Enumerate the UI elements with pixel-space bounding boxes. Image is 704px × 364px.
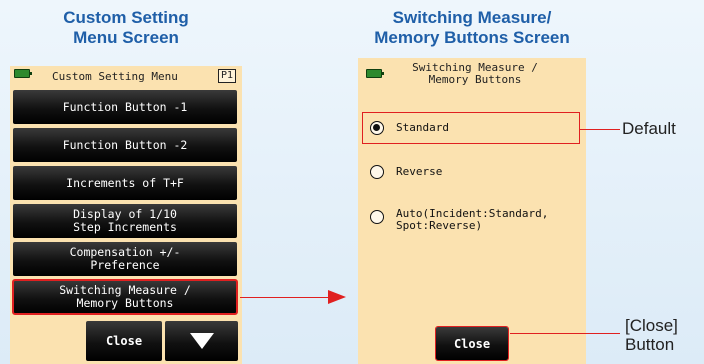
right-caption: Switching Measure/ Memory Buttons Screen	[332, 8, 612, 48]
page-badge: P1	[217, 69, 236, 83]
page-down-button[interactable]	[165, 321, 238, 361]
triangle-down-icon	[189, 333, 214, 349]
close-button[interactable]: Close	[86, 321, 162, 361]
menu-item-switching-measure-memory[interactable]: Switching Measure / Memory Buttons	[12, 279, 238, 315]
close-pointer-line	[510, 333, 620, 334]
close-annotation-label: [Close] Button	[625, 316, 678, 354]
menu-title: Custom Setting Menu	[52, 70, 178, 83]
close-annotation-line1: [Close]	[625, 316, 678, 335]
menu-item-compensation-preference[interactable]: Compensation +/- Preference	[13, 242, 237, 276]
left-caption-line1: Custom Setting	[63, 8, 189, 27]
radio-checked-icon[interactable]	[370, 121, 384, 135]
close-annotation-line2: Button	[625, 335, 675, 354]
right-caption-line2: Memory Buttons Screen	[374, 28, 570, 47]
default-pointer-line	[580, 129, 620, 130]
option-reverse-label: Reverse	[396, 165, 443, 178]
menu-item-function-button-2[interactable]: Function Button -2	[13, 128, 237, 162]
close-button[interactable]: Close	[435, 326, 509, 361]
menu-item-display-1-10-step[interactable]: Display of 1/10 Step Increments	[13, 204, 237, 238]
pointer-arrow-line	[240, 297, 330, 298]
switching-measure-memory-screen: Switching Measure / Memory Buttons Stand…	[358, 58, 586, 364]
option-standard[interactable]: Standard	[370, 121, 449, 135]
default-label: Default	[622, 119, 676, 138]
battery-icon	[14, 69, 32, 78]
radio-unchecked-icon[interactable]	[370, 165, 384, 179]
option-standard-label: Standard	[396, 121, 449, 134]
screen-title: Switching Measure / Memory Buttons	[412, 61, 538, 86]
status-bar: Custom Setting Menu P1	[10, 66, 242, 88]
right-caption-line1: Switching Measure/	[392, 8, 552, 27]
left-caption: Custom Setting Menu Screen	[10, 8, 242, 48]
arrow-head-icon	[328, 290, 346, 304]
custom-setting-menu-screen: Custom Setting Menu P1 Function Button -…	[10, 66, 242, 364]
battery-icon	[366, 69, 384, 78]
left-caption-line2: Menu Screen	[73, 28, 179, 47]
option-auto-label: Auto(Incident:Standard, Spot:Reverse)	[396, 207, 549, 232]
option-auto[interactable]: Auto(Incident:Standard, Spot:Reverse)	[370, 208, 548, 232]
menu-item-increments-t-f[interactable]: Increments of T+F	[13, 166, 237, 200]
option-reverse[interactable]: Reverse	[370, 165, 442, 179]
radio-unchecked-icon[interactable]	[370, 210, 384, 224]
menu-item-function-button-1[interactable]: Function Button -1	[13, 90, 237, 124]
